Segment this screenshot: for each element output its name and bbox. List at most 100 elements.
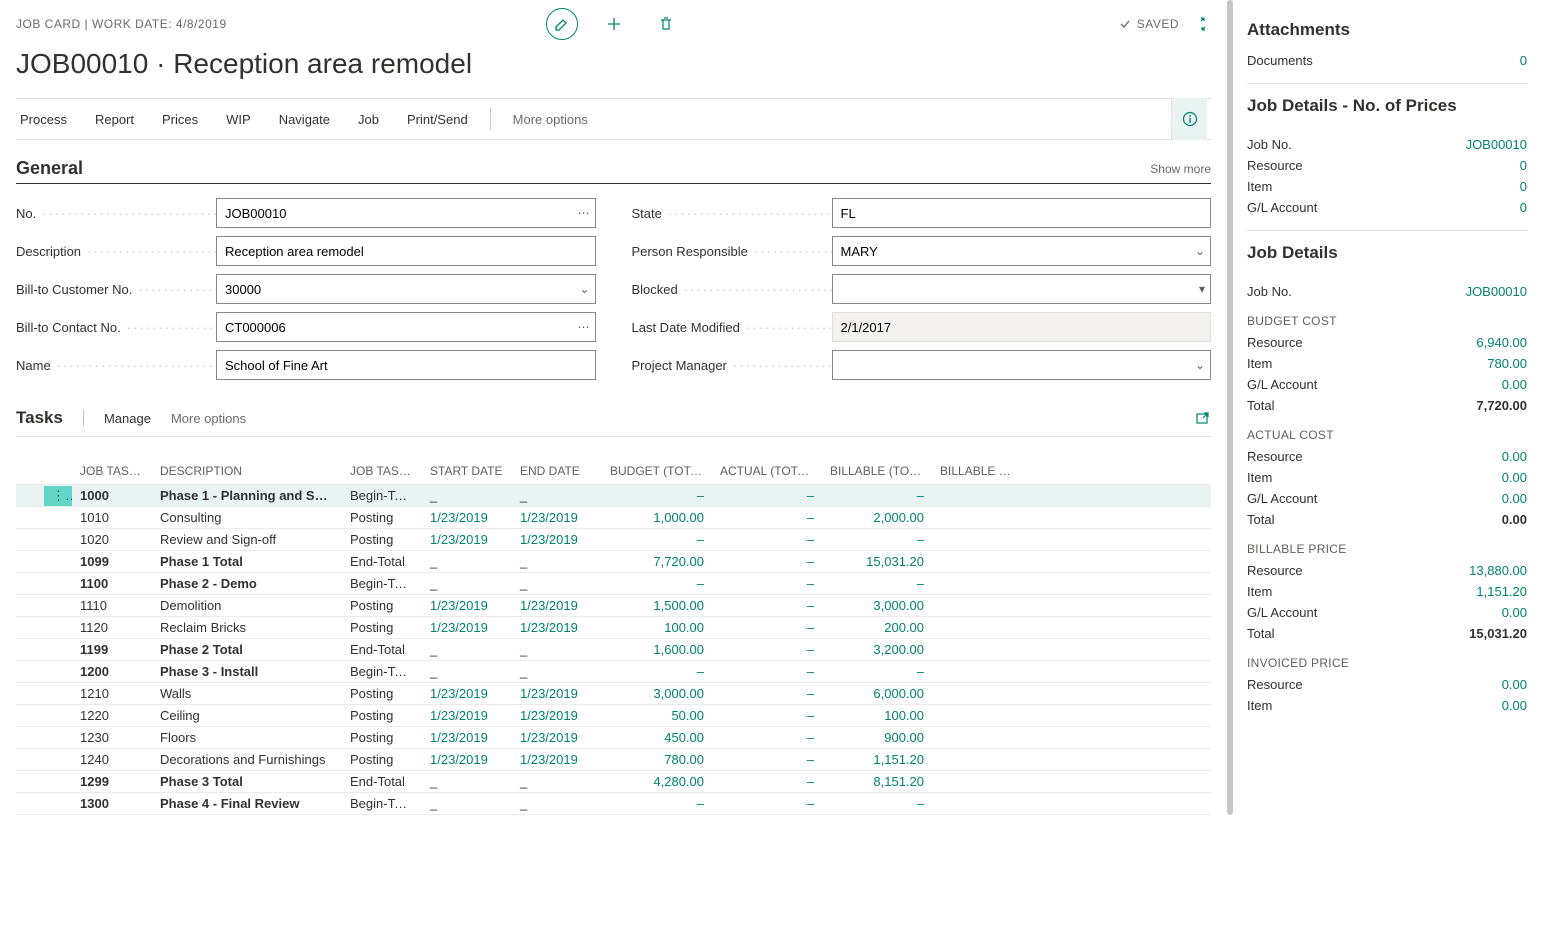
cell-invoiced[interactable] xyxy=(932,714,1022,718)
cell-budget[interactable]: 100.00 xyxy=(602,618,712,637)
col-invoiced[interactable]: BILLABLE (INVOICED PRICE) xyxy=(932,462,1022,480)
cell-invoiced[interactable] xyxy=(932,516,1022,520)
row-menu-icon[interactable]: ⋮ xyxy=(44,486,72,506)
actual-gl[interactable]: 0.00 xyxy=(1502,491,1527,506)
cell-actual[interactable]: – xyxy=(712,596,822,615)
cell-start-date[interactable]: 1/23/2019 xyxy=(422,530,512,549)
cell-start-date[interactable]: 1/23/2019 xyxy=(422,684,512,703)
cell-start-date[interactable]: 1/23/2019 xyxy=(422,750,512,769)
table-row[interactable]: 1110DemolitionPosting1/23/20191/23/20191… xyxy=(16,595,1211,617)
billable-item[interactable]: 1,151.20 xyxy=(1476,584,1527,599)
cell-invoiced[interactable] xyxy=(932,802,1022,806)
cell-invoiced[interactable] xyxy=(932,538,1022,542)
cell-actual[interactable]: – xyxy=(712,728,822,747)
table-row[interactable]: 1200Phase 3 - InstallBegin-Total__––– xyxy=(16,661,1211,683)
cmd-job[interactable]: Job xyxy=(358,112,379,127)
cell-invoiced[interactable] xyxy=(932,494,1022,498)
cell-actual[interactable]: – xyxy=(712,640,822,659)
budget-gl[interactable]: 0.00 xyxy=(1502,377,1527,392)
delete-icon[interactable] xyxy=(650,8,682,40)
col-description[interactable]: DESCRIPTION xyxy=(152,462,342,480)
cell-start-date[interactable]: 1/23/2019 xyxy=(422,728,512,747)
cell-billable[interactable]: 3,000.00 xyxy=(822,596,932,615)
table-row[interactable]: 1099Phase 1 TotalEnd-Total__7,720.00–15,… xyxy=(16,551,1211,573)
cell-billable[interactable]: 8,151.20 xyxy=(822,772,932,791)
cell-end-date[interactable]: 1/23/2019 xyxy=(512,618,602,637)
cell-start-date[interactable]: 1/23/2019 xyxy=(422,596,512,615)
cell-billable[interactable]: 900.00 xyxy=(822,728,932,747)
table-row[interactable]: 1220CeilingPosting1/23/20191/23/201950.0… xyxy=(16,705,1211,727)
row-menu-icon[interactable] xyxy=(44,692,72,696)
table-row[interactable]: 1020Review and Sign-offPosting1/23/20191… xyxy=(16,529,1211,551)
cmd-printsend[interactable]: Print/Send xyxy=(407,112,468,127)
row-menu-icon[interactable] xyxy=(44,758,72,762)
cell-actual[interactable]: – xyxy=(712,684,822,703)
budget-resource[interactable]: 6,940.00 xyxy=(1476,335,1527,350)
cell-invoiced[interactable] xyxy=(932,736,1022,740)
row-menu-icon[interactable] xyxy=(44,736,72,740)
billable-resource[interactable]: 13,880.00 xyxy=(1469,563,1527,578)
documents-count[interactable]: 0 xyxy=(1520,53,1527,68)
cell-budget[interactable]: 4,280.00 xyxy=(602,772,712,791)
cell-actual[interactable]: – xyxy=(712,552,822,571)
row-menu-icon[interactable] xyxy=(44,670,72,674)
cell-end-date[interactable]: 1/23/2019 xyxy=(512,706,602,725)
cell-end-date[interactable]: 1/23/2019 xyxy=(512,750,602,769)
cmd-process[interactable]: Process xyxy=(20,112,67,127)
cell-budget[interactable]: 1,600.00 xyxy=(602,640,712,659)
table-row[interactable]: ⋮1000Phase 1 - Planning and SpecsBegin-T… xyxy=(16,485,1211,507)
table-row[interactable]: 1299Phase 3 TotalEnd-Total__4,280.00–8,1… xyxy=(16,771,1211,793)
cell-billable[interactable]: – xyxy=(822,530,932,549)
actual-item[interactable]: 0.00 xyxy=(1502,470,1527,485)
table-row[interactable]: 1010ConsultingPosting1/23/20191/23/20191… xyxy=(16,507,1211,529)
row-menu-icon[interactable] xyxy=(44,714,72,718)
collapse-icon[interactable] xyxy=(1195,16,1211,32)
cell-invoiced[interactable] xyxy=(932,626,1022,630)
cmd-navigate[interactable]: Navigate xyxy=(279,112,330,127)
actual-resource[interactable]: 0.00 xyxy=(1502,449,1527,464)
row-menu-icon[interactable] xyxy=(44,626,72,630)
table-row[interactable]: 1199Phase 2 TotalEnd-Total__1,600.00–3,2… xyxy=(16,639,1211,661)
prices-resource[interactable]: 0 xyxy=(1520,158,1527,173)
new-icon[interactable] xyxy=(598,8,630,40)
cell-billable[interactable]: 200.00 xyxy=(822,618,932,637)
col-task-no[interactable]: JOB TASK NO. xyxy=(72,462,152,480)
cell-invoiced[interactable] xyxy=(932,780,1022,784)
cell-actual[interactable]: – xyxy=(712,508,822,527)
cell-invoiced[interactable] xyxy=(932,560,1022,564)
invoiced-item[interactable]: 0.00 xyxy=(1502,698,1527,713)
row-menu-icon[interactable] xyxy=(44,582,72,586)
table-row[interactable]: 1300Phase 4 - Final ReviewBegin-Total__–… xyxy=(16,793,1211,815)
cell-budget[interactable]: – xyxy=(602,530,712,549)
cell-invoiced[interactable] xyxy=(932,582,1022,586)
cell-budget[interactable]: 780.00 xyxy=(602,750,712,769)
budget-item[interactable]: 780.00 xyxy=(1487,356,1527,371)
col-actual[interactable]: ACTUAL (TOTAL COST) xyxy=(712,462,822,480)
cell-start-date[interactable]: 1/23/2019 xyxy=(422,618,512,637)
person-field[interactable] xyxy=(832,236,1212,266)
cell-billable[interactable]: 3,200.00 xyxy=(822,640,932,659)
cell-billable[interactable]: 6,000.00 xyxy=(822,684,932,703)
tasks-manage[interactable]: Manage xyxy=(104,411,151,426)
row-menu-icon[interactable] xyxy=(44,802,72,806)
prices-item[interactable]: 0 xyxy=(1520,179,1527,194)
cell-budget[interactable]: – xyxy=(602,574,712,593)
cell-actual[interactable]: – xyxy=(712,750,822,769)
blocked-field[interactable] xyxy=(832,274,1212,304)
cell-invoiced[interactable] xyxy=(932,692,1022,696)
cell-budget[interactable]: – xyxy=(602,486,712,505)
cell-billable[interactable]: 100.00 xyxy=(822,706,932,725)
prices-gl[interactable]: 0 xyxy=(1520,200,1527,215)
cell-budget[interactable]: 3,000.00 xyxy=(602,684,712,703)
cell-end-date[interactable]: 1/23/2019 xyxy=(512,508,602,527)
col-billable[interactable]: BILLABLE (TOTAL PRICE) xyxy=(822,462,932,480)
tasks-more[interactable]: More options xyxy=(171,411,246,426)
row-menu-icon[interactable] xyxy=(44,516,72,520)
cell-actual[interactable]: – xyxy=(712,618,822,637)
table-row[interactable]: 1240Decorations and FurnishingsPosting1/… xyxy=(16,749,1211,771)
jobno-value[interactable]: JOB00010 xyxy=(1466,137,1527,152)
cell-billable[interactable]: 15,031.20 xyxy=(822,552,932,571)
table-row[interactable]: 1100Phase 2 - DemoBegin-Total__––– xyxy=(16,573,1211,595)
cell-start-date[interactable]: 1/23/2019 xyxy=(422,508,512,527)
no-field[interactable] xyxy=(216,198,596,228)
